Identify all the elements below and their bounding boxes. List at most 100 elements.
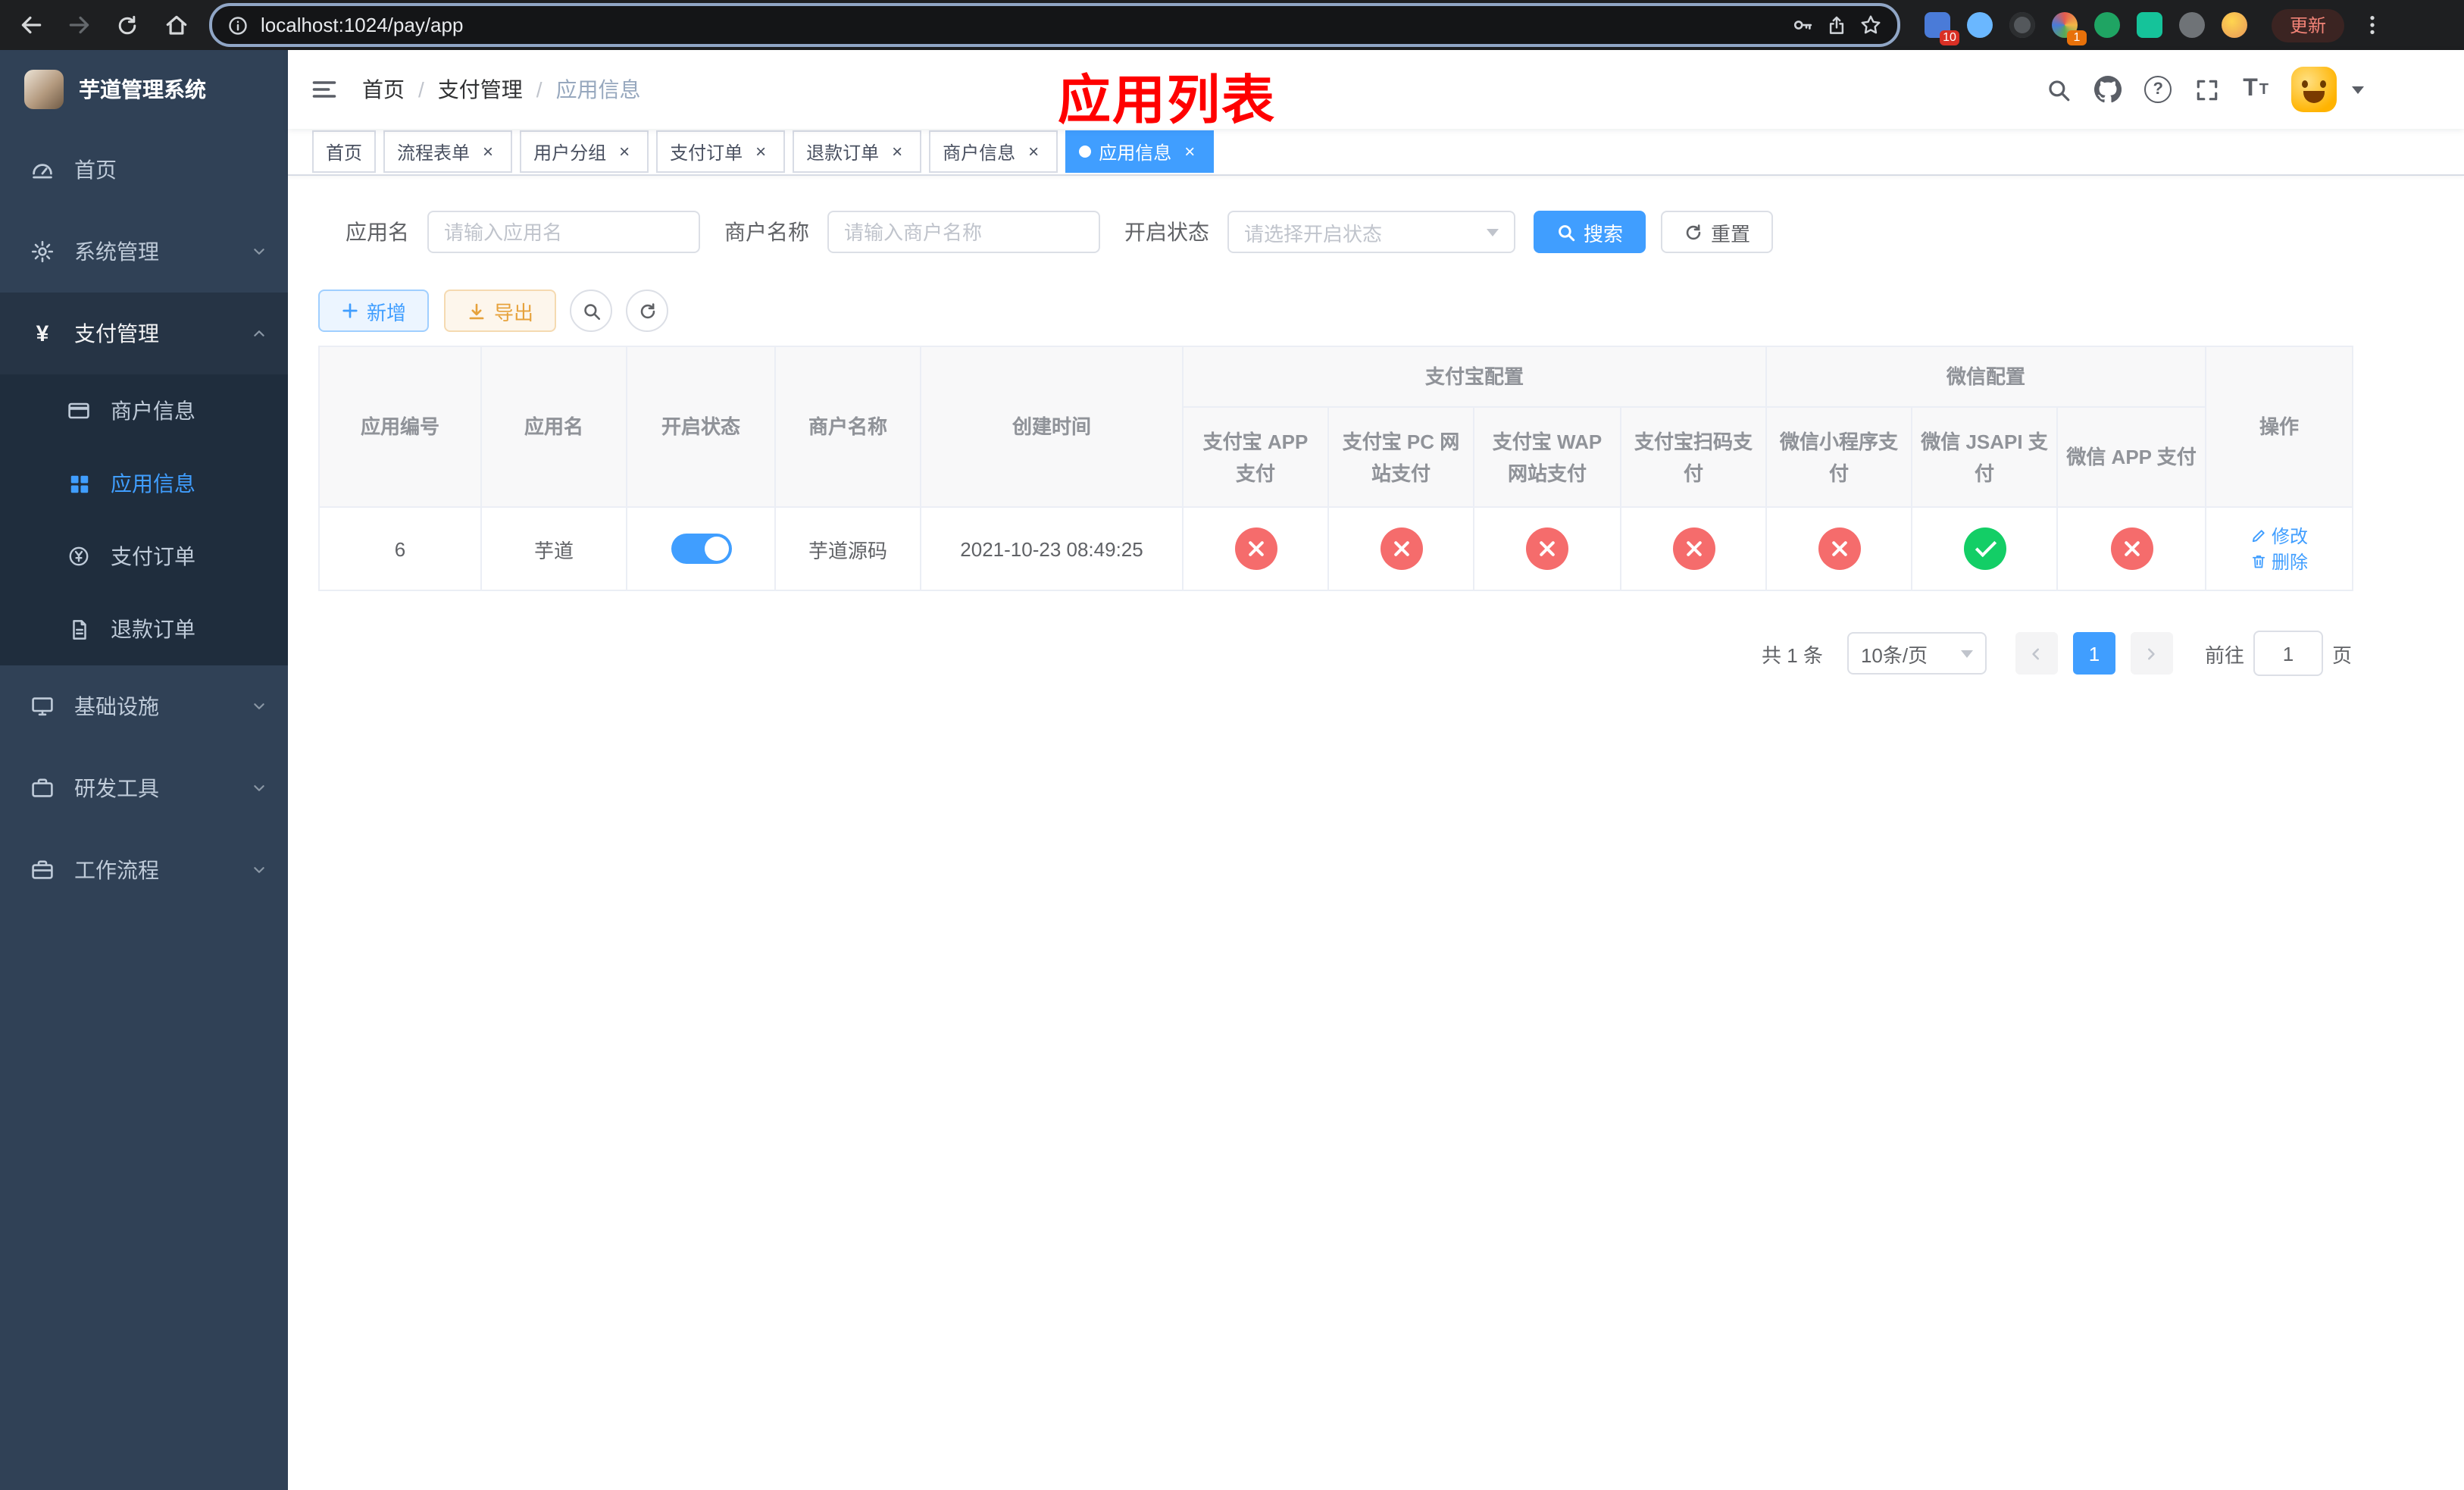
sidebar-item-pay-orders[interactable]: 支付订单 <box>0 520 288 593</box>
status-select[interactable]: 请选择开启状态 <box>1227 211 1515 253</box>
chevron-down-icon <box>252 244 267 259</box>
sidebar-item-label: 基础设施 <box>74 694 159 718</box>
sidebar-item-refund-orders[interactable]: 退款订单 <box>0 593 288 665</box>
add-button[interactable]: 新增 <box>318 290 430 332</box>
bookmark-star-icon[interactable] <box>1859 14 1882 36</box>
cell-wx-jsapi <box>1911 506 2059 591</box>
search-button[interactable]: 搜索 <box>1534 211 1646 253</box>
breadcrumb-payment[interactable]: 支付管理 <box>438 74 523 105</box>
sidebar-logo-row[interactable]: 芋道管理系统 <box>0 50 288 129</box>
pagination-total: 共 1 条 <box>1762 643 1823 666</box>
extension-icon-5[interactable] <box>2094 12 2120 38</box>
extension-icon-2[interactable] <box>1967 12 1993 38</box>
fullscreen-icon[interactable] <box>2194 77 2220 102</box>
col-group-wechat: 微信配置 <box>1765 346 2207 408</box>
tag-close-icon[interactable] <box>750 141 771 162</box>
filter-status: 开启状态 请选择开启状态 <box>1124 211 1515 253</box>
goto-suffix: 页 <box>2331 643 2352 666</box>
avatar-eye <box>2302 80 2308 88</box>
refresh-table-button[interactable] <box>626 290 669 332</box>
page-number-button[interactable]: 1 <box>2072 632 2115 675</box>
tag-process-form[interactable]: 流程表单 <box>383 130 513 173</box>
sidebar-item-label: 商户信息 <box>111 399 195 423</box>
merchant-name-label: 商户名称 <box>724 220 809 244</box>
url-text: localhost:1024/pay/app <box>261 14 464 36</box>
navbar-actions <box>2046 67 2364 112</box>
sidebar-item-infrastructure[interactable]: 基础设施 <box>0 665 288 747</box>
wx-app-status-icon <box>2110 527 2153 570</box>
browser-home-icon[interactable] <box>158 7 194 43</box>
cell-merchant: 芋道源码 <box>774 506 921 591</box>
prev-page-button[interactable] <box>2015 632 2058 675</box>
col-app-id: 应用编号 <box>318 346 482 508</box>
sidebar-item-system[interactable]: 系统管理 <box>0 211 288 293</box>
tag-home[interactable]: 首页 <box>312 130 377 173</box>
cell-alipay-qr <box>1619 506 1768 591</box>
password-key-icon[interactable] <box>1791 14 1814 36</box>
yen-circle-icon <box>67 544 91 568</box>
delete-link[interactable]: 删除 <box>2250 549 2308 574</box>
sidebar-item-payment[interactable]: 支付管理 <box>0 293 288 374</box>
extension-icon-3[interactable] <box>2009 12 2035 38</box>
extension-icon-4[interactable]: 1 <box>2052 12 2087 45</box>
merchant-name-input[interactable] <box>827 211 1100 253</box>
site-info-icon[interactable] <box>227 14 249 36</box>
tag-close-icon[interactable] <box>886 141 908 162</box>
col-alipay-pc: 支付宝 PC 网站支付 <box>1327 406 1474 508</box>
tag-app-info[interactable]: 应用信息 <box>1065 130 1215 173</box>
docs-help-icon[interactable] <box>2144 76 2172 103</box>
browser-menu-icon[interactable] <box>2353 7 2390 43</box>
page-size-select[interactable]: 10条/页 <box>1846 632 1987 675</box>
pagination: 共 1 条 10条/页 1 前往 页 <box>318 631 2352 676</box>
tag-label: 支付订单 <box>670 142 743 163</box>
browser-nav-buttons <box>12 7 194 43</box>
tag-refund-orders[interactable]: 退款订单 <box>793 130 922 173</box>
browser-forward-icon[interactable] <box>61 7 97 43</box>
header-search-icon[interactable] <box>2046 77 2072 102</box>
app-frame: 芋道管理系统 首页 系统管理 支付管理 <box>0 50 2464 1490</box>
browser-update-button[interactable]: 更新 <box>2272 8 2345 42</box>
tag-close-icon[interactable] <box>1023 141 1044 162</box>
extension-icon-6[interactable] <box>2137 12 2162 38</box>
tag-pay-orders[interactable]: 支付订单 <box>656 130 786 173</box>
extension-icon-7[interactable] <box>2179 12 2205 38</box>
browser-back-icon[interactable] <box>12 7 48 43</box>
breadcrumb-home[interactable]: 首页 <box>362 74 405 105</box>
extension-icon-8[interactable] <box>2222 12 2247 38</box>
apps-table: 应用编号 应用名 开启状态 商户名称 创建时间 支付宝配置 微信配置 操作 支付… <box>318 346 2354 591</box>
cell-wx-mini <box>1765 506 1913 591</box>
briefcase-icon <box>30 858 55 882</box>
reset-button[interactable]: 重置 <box>1661 211 1774 253</box>
export-button[interactable]: 导出 <box>444 290 557 332</box>
browser-reload-icon[interactable] <box>109 7 145 43</box>
goto-page-input[interactable] <box>2253 631 2323 676</box>
status-toggle[interactable] <box>671 534 731 564</box>
address-bar[interactable]: localhost:1024/pay/app <box>209 3 1900 47</box>
toggle-search-button[interactable] <box>570 290 613 332</box>
sidebar-item-app-info[interactable]: 应用信息 <box>0 447 288 520</box>
tag-close-icon[interactable] <box>614 141 635 162</box>
sidebar-item-merchant-info[interactable]: 商户信息 <box>0 374 288 447</box>
hamburger-icon[interactable] <box>311 76 338 103</box>
extension-badge-4: 1 <box>2067 30 2087 45</box>
active-tag-dot <box>1079 146 1092 158</box>
font-size-icon[interactable] <box>2243 76 2269 103</box>
edit-link[interactable]: 修改 <box>2250 523 2308 549</box>
sidebar-item-dev-tools[interactable]: 研发工具 <box>0 747 288 829</box>
github-icon[interactable] <box>2094 76 2122 103</box>
app-name-input[interactable] <box>427 211 700 253</box>
tag-close-icon[interactable] <box>477 141 499 162</box>
share-icon[interactable] <box>1826 14 1847 36</box>
sidebar-item-workflow[interactable]: 工作流程 <box>0 829 288 911</box>
extension-icon-1[interactable]: 10 <box>1925 12 1959 45</box>
avatar-caret-icon[interactable] <box>2352 86 2364 93</box>
tag-merchant-info[interactable]: 商户信息 <box>929 130 1058 173</box>
cell-alipay-wap <box>1473 506 1621 591</box>
user-avatar[interactable] <box>2291 67 2337 112</box>
sidebar-item-home[interactable]: 首页 <box>0 129 288 211</box>
tag-close-icon[interactable] <box>1179 141 1200 162</box>
tag-user-group[interactable]: 用户分组 <box>520 130 649 173</box>
tag-label: 用户分组 <box>533 142 607 163</box>
next-page-button[interactable] <box>2130 632 2173 675</box>
alipay-wap-status-icon <box>1526 527 1568 570</box>
